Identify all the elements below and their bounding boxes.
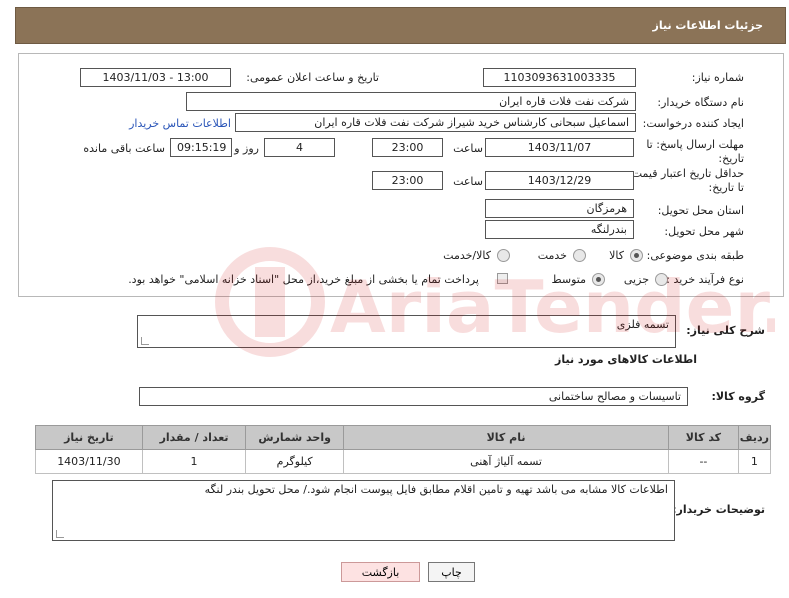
table-row: 1 -- تسمه آلیاژ آهنی کیلوگرم 1 1403/11/3… bbox=[35, 449, 772, 474]
category-service-radio[interactable] bbox=[573, 249, 586, 262]
days-label: روز و bbox=[234, 142, 259, 155]
remaining-label: ساعت باقی مانده bbox=[83, 142, 165, 155]
treasury-note: پرداخت تمام یا بخشی از مبلغ خرید،از محل … bbox=[128, 273, 479, 286]
category-service-label: خدمت bbox=[537, 249, 567, 262]
category-both-radio[interactable] bbox=[497, 249, 510, 262]
goods-group-field: تاسیسات و مصالح ساختمانی bbox=[139, 387, 688, 406]
price-deadline-label: حداقل تاریخ اعتبار قیمت: تا تاریخ: bbox=[628, 167, 744, 194]
remaining-days-field: 4 bbox=[264, 138, 335, 157]
process-partial-label: جزیی bbox=[623, 273, 649, 286]
cell-name: تسمه آلیاژ آهنی bbox=[342, 449, 670, 474]
buyer-notes-text: اطلاعات کالا مشابه می باشد تهیه و تامین … bbox=[204, 483, 668, 496]
buyer-notes-textarea: اطلاعات کالا مشابه می باشد تهیه و تامین … bbox=[52, 480, 675, 541]
remaining-time-field: 09:15:19 bbox=[170, 138, 232, 157]
reply-time-field: 23:00 bbox=[372, 138, 443, 157]
treasury-checkbox[interactable] bbox=[497, 273, 508, 284]
category-goods-radio[interactable] bbox=[630, 249, 643, 262]
buyer-org-field: شرکت نفت فلات قاره ایران bbox=[186, 92, 636, 111]
cell-unit: کیلوگرم bbox=[245, 449, 344, 474]
buyer-org-label: نام دستگاه خریدار: bbox=[657, 96, 744, 109]
page-header: جزئیات اطلاعات نیاز bbox=[15, 7, 786, 44]
print-button[interactable]: چاپ bbox=[428, 562, 475, 582]
creator-field: اسماعیل سبحانی کارشناس خرید شیراز شرکت ن… bbox=[235, 113, 636, 132]
col-date: تاریخ نیاز bbox=[35, 425, 143, 450]
goods-table: ردیف کد کالا نام کالا واحد شمارش تعداد /… bbox=[35, 425, 772, 474]
goods-group-label: گروه کالا: bbox=[711, 390, 765, 403]
category-goods-label: کالا bbox=[609, 249, 624, 262]
city-label: شهر محل تحویل: bbox=[664, 225, 744, 238]
need-number-label: شماره نیاز: bbox=[691, 71, 744, 84]
province-label: استان محل تحویل: bbox=[657, 204, 744, 217]
summary-label: شرح کلی نیاز: bbox=[686, 324, 765, 337]
reply-date-field: 1403/11/07 bbox=[485, 138, 634, 157]
city-field: بندرلنگه bbox=[485, 220, 634, 239]
creator-label: ایجاد کننده درخواست: bbox=[642, 117, 744, 130]
col-unit: واحد شمارش bbox=[245, 425, 344, 450]
cell-code: -- bbox=[668, 449, 739, 474]
resize-handle-icon[interactable] bbox=[141, 337, 149, 345]
price-time-label: ساعت bbox=[453, 175, 483, 188]
process-partial-radio[interactable] bbox=[655, 273, 668, 286]
need-number-field: 1103093631003335 bbox=[483, 68, 636, 87]
resize-handle-icon[interactable] bbox=[56, 530, 64, 538]
process-label: نوع فرآیند خرید : bbox=[666, 273, 744, 286]
price-date-field: 1403/12/29 bbox=[485, 171, 634, 190]
cell-qty: 1 bbox=[141, 449, 247, 474]
buyer-contact-link[interactable]: اطلاعات تماس خریدار bbox=[129, 117, 231, 130]
price-time-field: 23:00 bbox=[372, 171, 443, 190]
category-both-label: کالا/خدمت bbox=[443, 249, 491, 262]
reply-deadline-label: مهلت ارسال پاسخ: تا تاریخ: bbox=[646, 138, 744, 165]
back-button[interactable]: بازگشت bbox=[341, 562, 420, 582]
col-code: کد کالا bbox=[668, 425, 739, 450]
category-label: طبقه بندی موضوعی: bbox=[646, 249, 744, 262]
summary-text: تسمه فلزی bbox=[616, 318, 669, 331]
process-medium-label: متوسط bbox=[551, 273, 586, 286]
process-medium-radio[interactable] bbox=[592, 273, 605, 286]
col-row: ردیف bbox=[737, 425, 772, 450]
announce-datetime-field: 1403/11/03 - 13:00 bbox=[80, 68, 231, 87]
cell-date: 1403/11/30 bbox=[35, 449, 143, 474]
announce-label: تاریخ و ساعت اعلان عمومی: bbox=[246, 71, 379, 84]
reply-time-label: ساعت bbox=[453, 142, 483, 155]
province-field: هرمزگان bbox=[485, 199, 634, 218]
page-title: جزئیات اطلاعات نیاز bbox=[652, 19, 764, 32]
buyer-notes-label: توضیحات خریدار: bbox=[672, 503, 765, 516]
col-name: نام کالا bbox=[342, 425, 670, 450]
goods-section-title: اطلاعات کالاهای مورد نیاز bbox=[555, 353, 697, 366]
cell-row: 1 bbox=[737, 449, 772, 474]
summary-textarea: تسمه فلزی bbox=[137, 315, 676, 348]
col-qty: تعداد / مقدار bbox=[141, 425, 247, 450]
